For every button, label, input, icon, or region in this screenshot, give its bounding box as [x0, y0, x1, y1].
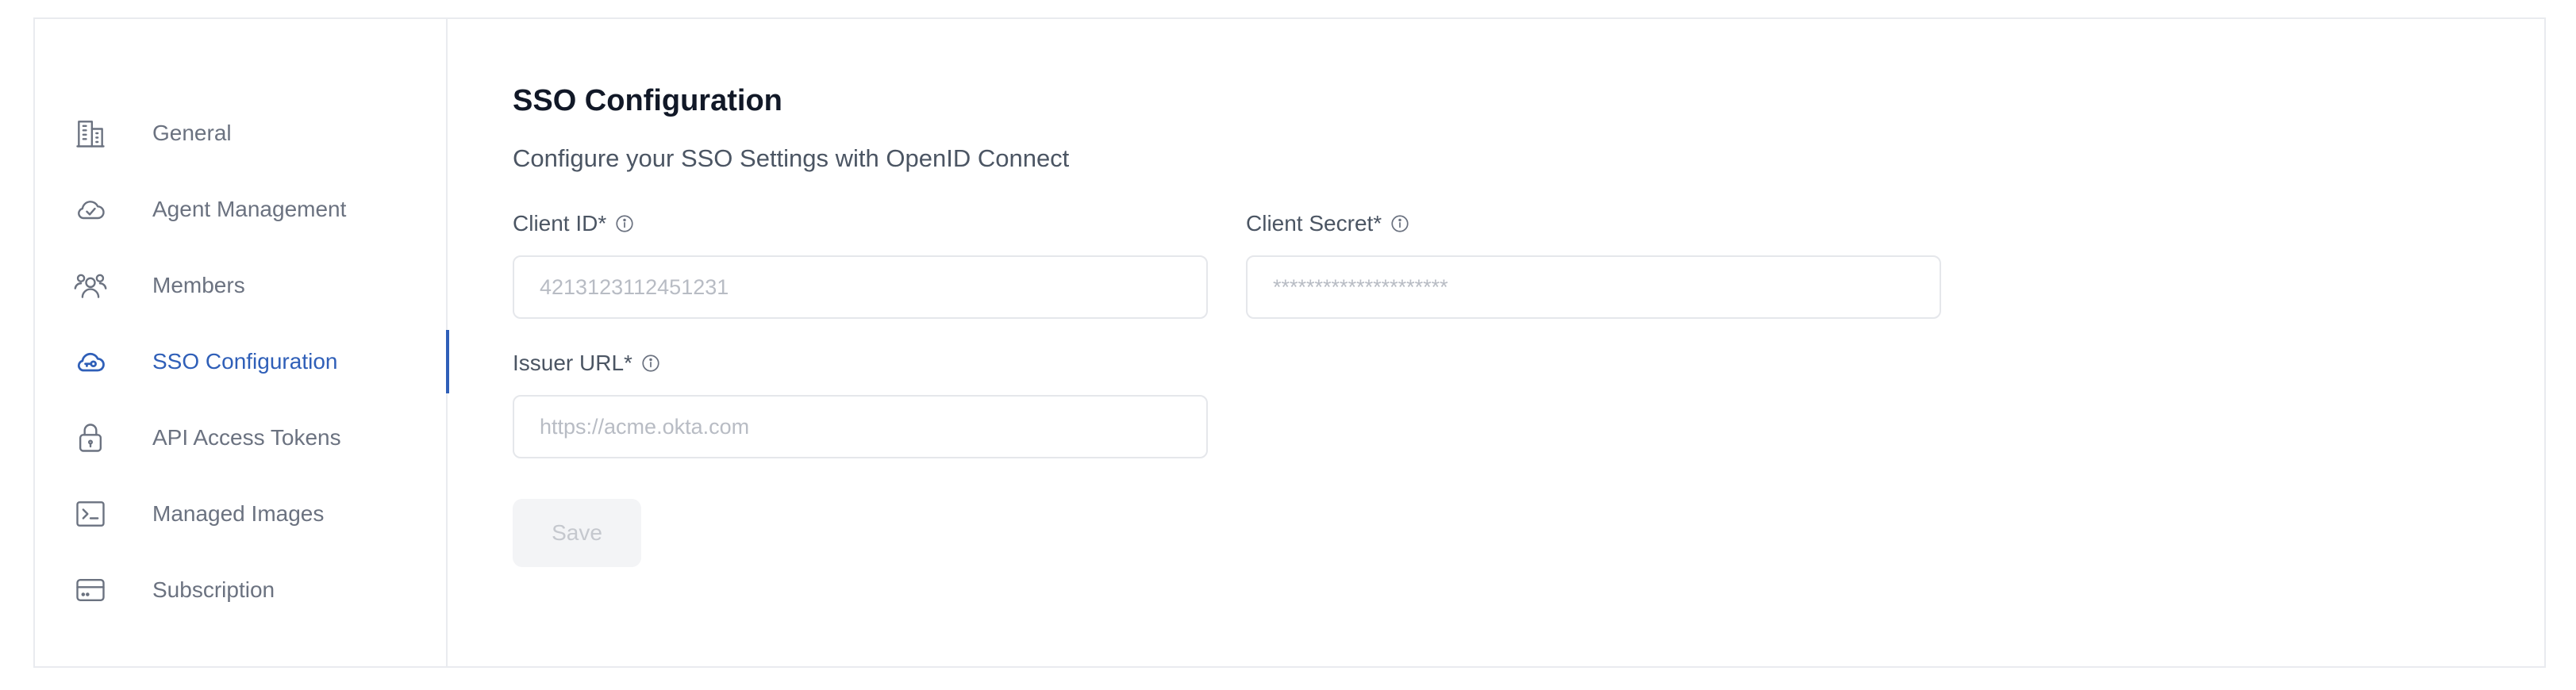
settings-panel: General Agent Management Members SSO Con…	[33, 17, 2546, 668]
cloud-key-icon	[73, 344, 108, 379]
sidebar-item-subscription[interactable]: Subscription	[35, 558, 448, 622]
page-subtitle: Configure your SSO Settings with OpenID …	[513, 144, 1070, 172]
sidebar-item-label: SSO Configuration	[152, 349, 338, 374]
client-id-label-text: Client ID*	[513, 211, 607, 236]
save-button[interactable]: Save	[513, 499, 641, 567]
credit-card-icon	[73, 573, 108, 608]
info-icon[interactable]	[614, 213, 635, 234]
terminal-icon	[73, 496, 108, 531]
cloud-check-icon	[73, 192, 108, 227]
client-id-input[interactable]	[513, 255, 1208, 319]
client-id-label: Client ID*	[513, 211, 635, 236]
page-title: SSO Configuration	[513, 84, 782, 117]
sidebar-item-agent-management[interactable]: Agent Management	[35, 178, 448, 241]
sidebar-item-label: Subscription	[152, 577, 275, 602]
client-secret-input[interactable]	[1246, 255, 1941, 319]
sidebar-item-label: Managed Images	[152, 501, 325, 526]
info-icon[interactable]	[1390, 213, 1410, 234]
client-secret-label-text: Client Secret*	[1246, 211, 1382, 236]
sso-configuration-main: SSO Configuration Configure your SSO Set…	[448, 19, 2544, 666]
lock-icon	[73, 420, 108, 455]
client-secret-label: Client Secret*	[1246, 211, 1410, 236]
sidebar-item-label: Agent Management	[152, 197, 347, 221]
building-icon	[73, 116, 108, 151]
users-icon	[73, 268, 108, 303]
sidebar-item-members[interactable]: Members	[35, 254, 448, 317]
sidebar-item-general[interactable]: General	[35, 102, 448, 165]
sidebar-item-label: API Access Tokens	[152, 425, 341, 450]
sidebar-item-label: General	[152, 121, 232, 145]
info-icon[interactable]	[640, 353, 661, 374]
issuer-url-label-text: Issuer URL*	[513, 351, 632, 375]
sidebar-item-label: Members	[152, 273, 245, 297]
issuer-url-label: Issuer URL*	[513, 351, 661, 376]
sidebar-item-managed-images[interactable]: Managed Images	[35, 482, 448, 546]
settings-sidebar: General Agent Management Members SSO Con…	[35, 19, 449, 666]
sidebar-item-api-access-tokens[interactable]: API Access Tokens	[35, 406, 448, 470]
issuer-url-input[interactable]	[513, 395, 1208, 458]
sidebar-item-sso-configuration[interactable]: SSO Configuration	[35, 330, 449, 393]
